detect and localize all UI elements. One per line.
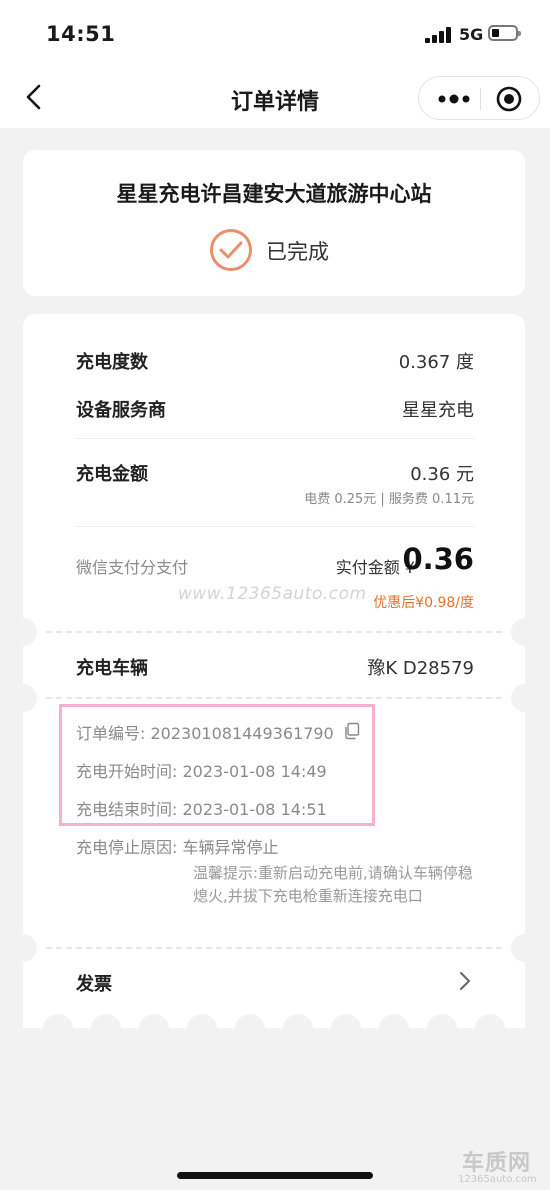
watermark-text: www.12365auto.com xyxy=(178,584,367,604)
status-text: 已完成 xyxy=(266,240,329,264)
discount-price: 优惠后¥0.98/度 xyxy=(373,595,474,611)
divider xyxy=(76,438,474,439)
scallop xyxy=(331,1014,361,1044)
amount-breakdown: 电费 0.25元 | 服务费 0.11元 xyxy=(304,492,474,507)
brand-url: 12365auto.com xyxy=(458,1174,537,1185)
scallop xyxy=(91,1014,121,1044)
stop-reason-value: 车辆异常停止 xyxy=(182,838,279,857)
scallop xyxy=(187,1014,217,1044)
notch-right xyxy=(511,618,539,646)
notch-right xyxy=(511,684,539,712)
stop-reason-row: 充电停止原因: 车辆异常停止 xyxy=(76,834,279,858)
home-indicator xyxy=(177,1172,373,1179)
scallop xyxy=(427,1014,457,1044)
payment-method: 微信支付分支付 xyxy=(76,558,189,577)
network-type: 5G xyxy=(459,25,484,44)
amount-value: 0.36 元 xyxy=(410,464,474,485)
paid-amount: 0.36 xyxy=(402,542,474,576)
summary-card: 星星充电许昌建安大道旅游中心站 已完成 xyxy=(23,150,525,296)
scallop xyxy=(475,1014,505,1044)
check-circle-icon xyxy=(210,229,252,271)
provider-value: 星星充电 xyxy=(402,400,474,421)
vehicle-plate: 豫K D28579 xyxy=(367,658,474,679)
target-circle-icon[interactable] xyxy=(495,85,523,113)
dashed-separator xyxy=(46,631,502,633)
brand-logo: 车质网 xyxy=(462,1151,532,1176)
status-time: 14:51 xyxy=(46,22,116,46)
notch-left xyxy=(9,934,37,962)
notch-left xyxy=(9,684,37,712)
scallop xyxy=(283,1014,313,1044)
notch-right xyxy=(511,934,539,962)
scallop xyxy=(379,1014,409,1044)
kwh-value: 0.367 度 xyxy=(398,352,474,373)
dashed-separator xyxy=(46,947,502,949)
mini-program-capsule xyxy=(418,76,540,120)
stop-reason-label: 充电停止原因: xyxy=(76,838,178,857)
details-card: 充电度数 0.367 度 设备服务商 星星充电 充电金额 0.36 元 电费 0… xyxy=(9,314,539,1044)
order-status: 已完成 xyxy=(23,228,525,272)
scallop xyxy=(139,1014,169,1044)
notch-left xyxy=(9,618,37,646)
highlight-box xyxy=(59,704,375,826)
battery-icon xyxy=(488,25,521,41)
divider xyxy=(76,526,474,527)
vehicle-label: 充电车辆 xyxy=(76,658,148,679)
invoice-label[interactable]: 发票 xyxy=(76,970,112,996)
kwh-label: 充电度数 xyxy=(76,352,148,373)
capsule-divider xyxy=(480,88,481,110)
scallop xyxy=(43,1014,73,1044)
provider-label: 设备服务商 xyxy=(76,400,166,421)
amount-label: 充电金额 xyxy=(76,464,148,485)
chevron-right-icon[interactable] xyxy=(458,970,472,992)
signal-icon xyxy=(425,27,453,43)
more-dots-icon[interactable] xyxy=(437,89,471,109)
scallop xyxy=(235,1014,265,1044)
top-bar: 14:51 5G 订单详情 xyxy=(0,0,550,128)
dashed-separator xyxy=(46,697,502,699)
station-name: 星星充电许昌建安大道旅游中心站 xyxy=(116,182,432,206)
warm-tip: 温馨提示:重新启动充电前,请确认车辆停稳熄火,并拔下充电枪重新连接充电口 xyxy=(193,864,473,905)
